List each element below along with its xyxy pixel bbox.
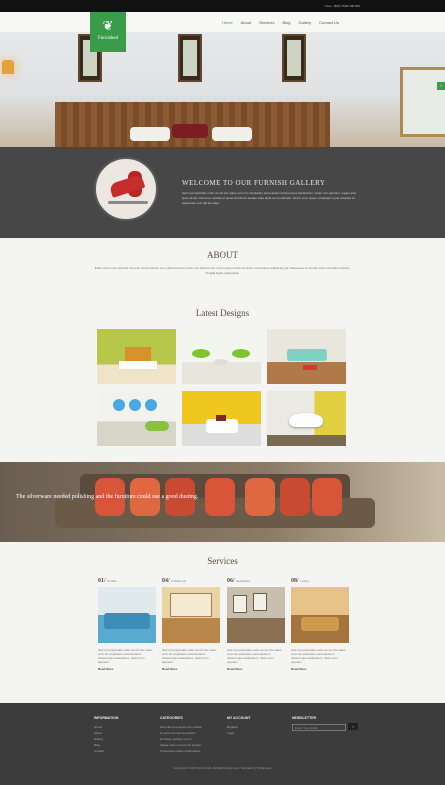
service-card: 06/ Residential Sed ut perspiciatis unde… <box>227 578 287 671</box>
service-name: Commercial <box>171 579 187 583</box>
gallery-image[interactable] <box>97 391 176 446</box>
leaf-icon: ❦ <box>102 18 114 33</box>
copyright-text: Copyright © 2015 Furnished. All Rights R… <box>173 766 272 770</box>
services-title: Services <box>207 556 238 566</box>
read-more-link[interactable]: Read More <box>162 667 222 671</box>
top-bar: CALL: (800) 7600-300 900 <box>0 0 445 12</box>
about-section: ABOUT Etiam risus nunc pulvinar nisi qui… <box>0 238 445 276</box>
nav-gallery[interactable]: Gallery <box>298 20 311 25</box>
service-text: Sed ut perspiciatis unde omnis iste natu… <box>291 648 346 664</box>
footer-categories: CATEGORIES Nam libero tempore cum soluta… <box>160 716 224 754</box>
service-name: Luxury <box>300 579 310 583</box>
site-footer: INFORMATION Home About Gallery Blog Cont… <box>0 703 445 785</box>
mirror-image <box>400 67 445 137</box>
footer-information: INFORMATION Home About Gallery Blog Cont… <box>94 716 154 754</box>
service-number: 06/ <box>227 578 235 584</box>
services-section: Services <box>0 556 445 566</box>
pillow-image <box>172 124 208 138</box>
banner-quote: The silverware needed polishing and the … <box>16 494 199 500</box>
service-image <box>227 587 285 643</box>
footer-account: MY ACCOUNT Register Login <box>227 716 287 736</box>
read-more-link[interactable]: Read More <box>291 667 351 671</box>
latest-title: Latest Designs <box>195 308 250 318</box>
phone-text: CALL: (800) 7600-300 900 <box>324 4 360 8</box>
pillow-image <box>130 127 170 141</box>
footer-heading: CATEGORIES <box>160 716 183 720</box>
nav-blog[interactable]: Blog <box>282 20 290 25</box>
welcome-title: WELCOME TO OUR FURNISH GALLERY <box>182 179 326 187</box>
site-logo[interactable]: ❦ Furnished <box>90 12 126 52</box>
footer-link[interactable]: Temporibus autem quibusdam <box>160 748 224 754</box>
wall-frame-image <box>282 34 306 82</box>
gallery-image[interactable] <box>97 329 176 384</box>
about-title: ABOUT <box>207 250 238 260</box>
nav-contact[interactable]: Contact Us <box>319 20 339 25</box>
service-name: Normal <box>107 579 117 583</box>
hero-banner: › <box>0 32 445 147</box>
service-name: Residential <box>236 579 250 583</box>
read-more-link[interactable]: Read More <box>227 667 287 671</box>
lamp-image <box>2 60 14 74</box>
gallery-image[interactable] <box>267 391 346 446</box>
service-text: Sed ut perspiciatis unde omnis iste natu… <box>227 648 282 664</box>
footer-heading: NEWSLETTER <box>292 716 317 720</box>
about-body: Etiam risus nunc pulvinar nisi quis orna… <box>94 266 351 275</box>
footer-newsletter: NEWSLETTER Enter Your Email › <box>292 716 362 731</box>
gallery-image[interactable] <box>267 329 346 384</box>
welcome-section: WELCOME TO OUR FURNISH GALLERY Sed ut pe… <box>0 147 445 238</box>
footer-heading: INFORMATION <box>94 716 119 720</box>
footer-link[interactable]: Login <box>227 730 287 736</box>
welcome-body: Sed ut perspiciatis unde omnis iste natu… <box>182 191 357 205</box>
service-card: 04/ Commercial Sed ut perspiciatis unde … <box>162 578 222 671</box>
newsletter-submit-button[interactable]: › <box>348 723 358 730</box>
nav-services[interactable]: Services <box>259 20 274 25</box>
service-image <box>291 587 349 643</box>
nav-about[interactable]: About <box>241 20 251 25</box>
service-card: 01/ Normal Sed ut perspiciatis unde omni… <box>98 578 158 671</box>
service-image <box>162 587 220 643</box>
service-number: 08/ <box>291 578 299 584</box>
service-text: Sed ut perspiciatis unde omnis iste natu… <box>162 648 217 664</box>
service-number: 04/ <box>162 578 170 584</box>
chair-image <box>94 157 158 221</box>
wall-frame-image <box>178 34 202 82</box>
design-gallery <box>97 329 347 446</box>
latest-designs-section: Latest Designs <box>0 308 445 318</box>
service-text: Sed ut perspiciatis unde omnis iste natu… <box>98 648 153 664</box>
nav-links: Home About Services Blog Gallery Contact… <box>222 20 339 25</box>
read-more-link[interactable]: Read More <box>98 667 158 671</box>
gallery-image[interactable] <box>182 329 261 384</box>
gallery-image[interactable] <box>182 391 261 446</box>
slider-next-icon[interactable]: › <box>437 82 445 90</box>
service-image <box>98 587 156 643</box>
nav-home[interactable]: Home <box>222 20 233 25</box>
sofa-banner: The silverware needed polishing and the … <box>0 462 445 542</box>
service-number: 01/ <box>98 578 106 584</box>
logo-name: Furnished <box>98 36 118 41</box>
service-card: 08/ Luxury Sed ut perspiciatis unde omni… <box>291 578 351 671</box>
pillow-image <box>212 127 252 141</box>
navbar: ❦ Furnished Home About Services Blog Gal… <box>0 12 445 52</box>
newsletter-email-input[interactable]: Enter Your Email <box>292 724 346 731</box>
footer-link[interactable]: Contact <box>94 748 154 754</box>
footer-heading: MY ACCOUNT <box>227 716 251 720</box>
